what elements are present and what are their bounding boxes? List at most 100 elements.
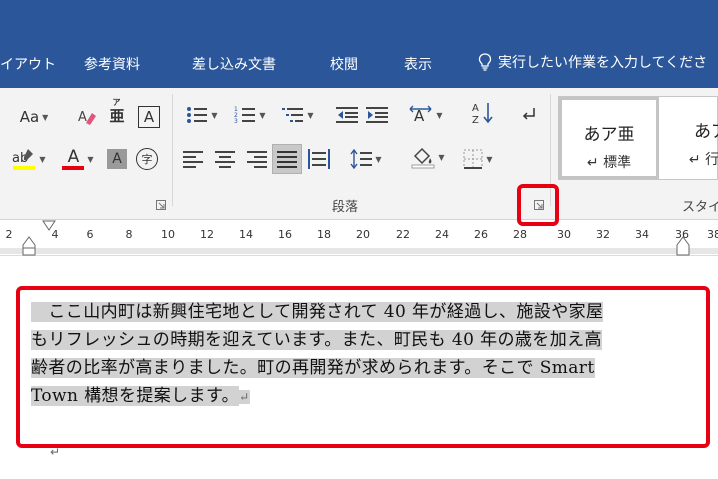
numbered-list-icon: 123: [234, 106, 256, 125]
tell-me-box[interactable]: 実行したい作業を入力してくださ: [478, 52, 707, 72]
paragraph-group-label: 段落: [332, 200, 359, 215]
svg-text:Z: Z: [472, 115, 479, 125]
ruler-number: 8: [125, 228, 133, 241]
font-dialog-launcher-icon[interactable]: [156, 200, 166, 210]
sort-icon: A Z: [472, 103, 493, 125]
ruler-number: 14: [239, 228, 253, 241]
enclosed-character-icon: 字: [136, 148, 158, 170]
phonetic-guide-button[interactable]: 亜ア: [106, 97, 128, 128]
ruler-number: 16: [278, 228, 292, 241]
ruler-number: 28: [513, 228, 527, 241]
ruler-number: 2: [5, 228, 13, 241]
tab-view[interactable]: 表示: [404, 54, 432, 74]
borders-button[interactable]: ▼: [456, 146, 500, 172]
shading-button[interactable]: ▼: [406, 144, 450, 170]
tab-references[interactable]: 参考資料: [84, 54, 140, 74]
align-left-button[interactable]: [180, 146, 206, 172]
style-sample: あア: [694, 122, 718, 142]
show-hide-marks-button[interactable]: [516, 102, 542, 128]
style-no-spacing[interactable]: あア ↵ 行間: [661, 97, 718, 179]
group-separator: [172, 94, 173, 206]
bullets-button[interactable]: ▼: [180, 102, 224, 128]
font-color-button[interactable]: A ▼: [58, 146, 98, 172]
align-right-button[interactable]: [244, 146, 270, 172]
chevron-down-icon: ▼: [486, 154, 493, 164]
distributed-button[interactable]: [306, 146, 332, 172]
right-indent-marker-icon[interactable]: [676, 236, 690, 256]
increase-indent-button[interactable]: [364, 102, 390, 128]
style-sample: あア亜: [583, 125, 635, 145]
align-right-icon: [247, 151, 267, 168]
bullet-list-icon: [187, 107, 208, 123]
highlight-selected-text: [16, 286, 710, 448]
align-left-icon: [183, 151, 203, 168]
furigana-icon: 亜ア: [109, 97, 125, 125]
character-shading-icon: A: [107, 149, 127, 169]
sort-button[interactable]: A Z: [470, 100, 496, 126]
chevron-down-icon: ▼: [259, 110, 266, 120]
decrease-indent-icon: [336, 107, 358, 123]
chevron-down-icon: ▼: [42, 112, 49, 122]
tab-review[interactable]: 校閲: [330, 54, 358, 74]
ruler-number: 32: [596, 228, 610, 241]
style-name: ↵ 標準: [586, 155, 632, 171]
eraser-icon: A: [78, 110, 96, 125]
tell-me-text: 実行したい作業を入力してくださ: [498, 55, 708, 71]
styles-gallery: あア亜 ↵ 標準 あア ↵ 行間: [558, 96, 718, 180]
justify-button[interactable]: [272, 144, 302, 174]
ruler-number: 10: [161, 228, 175, 241]
paint-bucket-icon: [412, 147, 435, 169]
text-direction-button[interactable]: A ▼: [404, 102, 448, 128]
enclose-characters-button[interactable]: 字: [134, 146, 160, 172]
lightbulb-icon: [478, 53, 492, 71]
increase-indent-icon: [366, 107, 388, 123]
ruler-number: 18: [317, 228, 331, 241]
chevron-down-icon: ▼: [307, 110, 314, 120]
line-spacing-button[interactable]: ▼: [344, 146, 388, 172]
chevron-down-icon: ▼: [438, 152, 445, 162]
chevron-down-icon: ▼: [87, 154, 94, 164]
hanging-indent-marker-icon[interactable]: [22, 236, 36, 256]
multilevel-list-icon: [282, 108, 304, 122]
ruler-number: 12: [200, 228, 214, 241]
line-spacing-icon: [350, 149, 373, 169]
paragraph-mark-icon: [522, 108, 535, 120]
horizontal-ruler[interactable]: 2 4 6 8 10 12 14 16 18 20 22 24 26 28 30…: [0, 220, 718, 256]
highlighter-icon: ab: [12, 149, 36, 170]
ruler-number: 22: [396, 228, 410, 241]
ruler-number: 34: [635, 228, 649, 241]
ribbon-tab-bar: イアウト 参考資料 差し込み文書 校閲 表示 実行したい作業を入力してくださ: [0, 0, 718, 88]
numbering-button[interactable]: 123 ▼: [228, 102, 272, 128]
justify-icon: [277, 151, 297, 168]
style-normal[interactable]: あア亜 ↵ 標準: [559, 97, 659, 179]
ruler-number: 6: [86, 228, 94, 241]
chevron-down-icon: ▼: [39, 154, 46, 164]
svg-text:A: A: [472, 103, 479, 114]
tab-layout[interactable]: イアウト: [0, 54, 56, 74]
ruler-number: 24: [435, 228, 449, 241]
ruler-number: 26: [474, 228, 488, 241]
clear-formatting-button[interactable]: A: [74, 104, 100, 130]
svg-text:A: A: [78, 110, 87, 125]
font-color-icon: A: [62, 148, 85, 170]
align-center-button[interactable]: [212, 146, 238, 172]
highlight-paragraph-launcher: [517, 184, 559, 226]
svg-text:3: 3: [234, 118, 238, 125]
tab-mailings[interactable]: 差し込み文書: [192, 54, 276, 74]
multilevel-list-button[interactable]: ▼: [276, 102, 320, 128]
change-case-button[interactable]: Aa ▼: [14, 104, 54, 130]
chevron-down-icon: ▼: [436, 110, 443, 120]
ruler-number: 20: [356, 228, 370, 241]
chevron-down-icon: ▼: [375, 154, 382, 164]
align-center-icon: [215, 151, 235, 168]
first-line-indent-marker-icon[interactable]: [42, 220, 56, 234]
character-border-button[interactable]: A: [136, 104, 162, 130]
ruler-number: 30: [557, 228, 571, 241]
decrease-indent-button[interactable]: [334, 102, 360, 128]
text-highlight-color-button[interactable]: ab ▼: [8, 146, 50, 172]
character-shading-button[interactable]: A: [106, 146, 128, 172]
borders-icon: [463, 149, 483, 169]
distributed-icon: [308, 149, 330, 169]
character-border-icon: A: [138, 106, 160, 128]
style-name: ↵ 行間: [688, 152, 718, 168]
